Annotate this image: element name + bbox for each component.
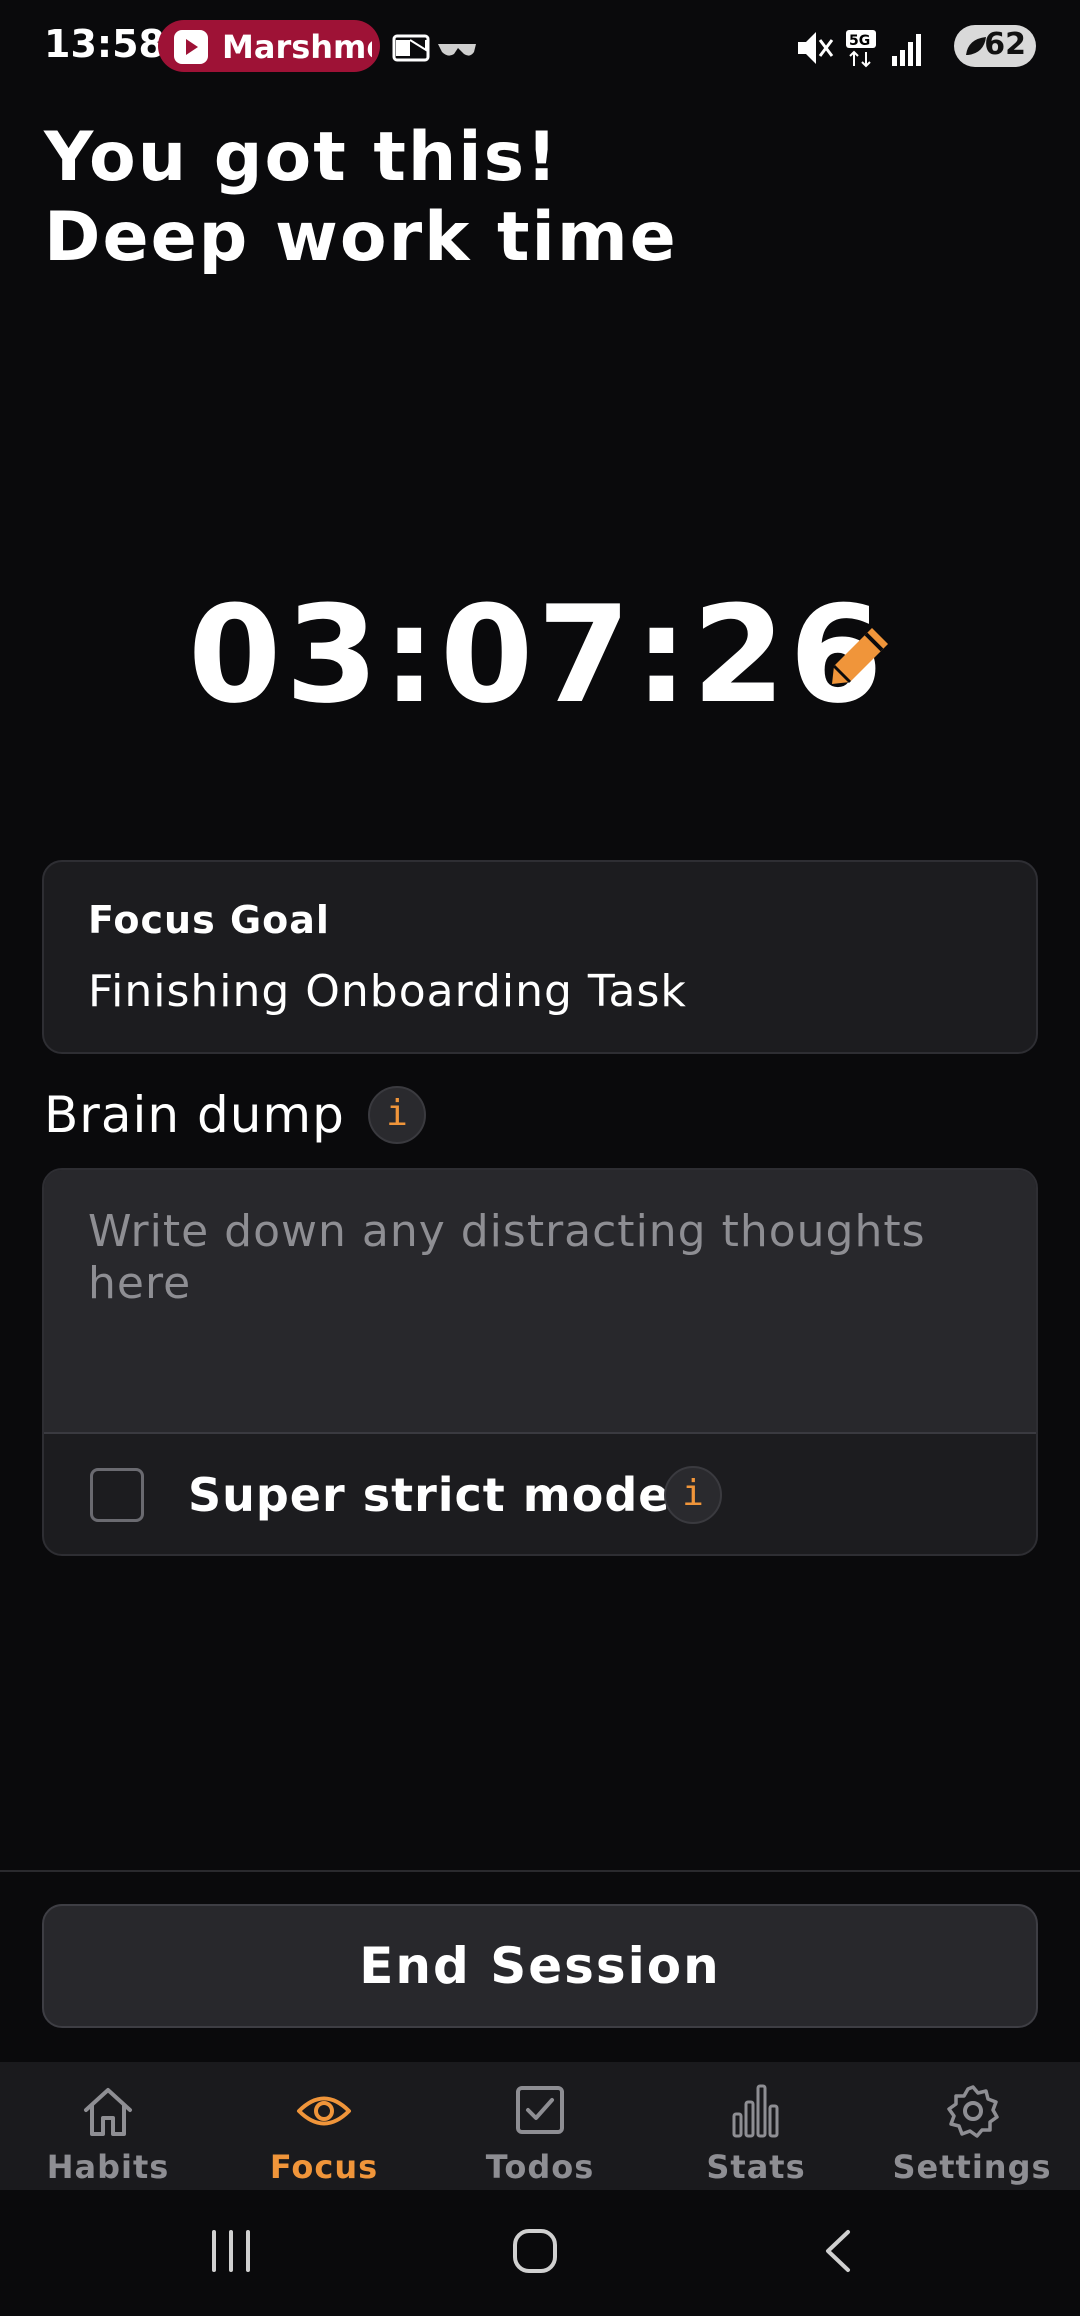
checkbox-icon: [516, 2086, 564, 2134]
media-app-name: Marshmello: [222, 28, 372, 66]
timer-display: 03:07:26: [188, 577, 887, 733]
nav-stats[interactable]: Stats: [648, 2062, 864, 2190]
headline-line-1: You got this!: [44, 118, 560, 197]
status-time: 13:58: [44, 22, 165, 66]
strict-mode-label: Super strict mode: [188, 1468, 671, 1522]
headline: You got this! Deep work time: [44, 118, 678, 278]
nav-label-settings: Settings: [892, 2148, 1052, 2186]
brain-dump-card: Super strict mode i: [42, 1168, 1038, 1556]
play-icon: [174, 30, 208, 64]
bottom-nav: Habits Focus Todos Stats Settings: [0, 2062, 1080, 2190]
nav-label-todos: Todos: [485, 2148, 595, 2186]
signal-icon: [892, 34, 921, 66]
nav-label-focus: Focus: [269, 2148, 379, 2186]
brain-dump-input[interactable]: [44, 1170, 1036, 1434]
strict-mode-info-icon[interactable]: i: [664, 1466, 722, 1524]
media-pill[interactable]: Marshmello: [158, 20, 380, 72]
gear-icon: [947, 2085, 999, 2138]
nav-todos[interactable]: Todos: [432, 2062, 648, 2190]
headline-line-2: Deep work time: [44, 198, 678, 277]
network-5g-icon: 5G: [846, 30, 876, 68]
mail-icon: [392, 34, 430, 62]
eye-icon: [297, 2096, 351, 2126]
battery-level: 62: [984, 27, 1026, 62]
home-button-icon[interactable]: [510, 2226, 560, 2276]
timer-row: 03:07:26: [0, 580, 1080, 730]
divider: [0, 1870, 1080, 1872]
focus-goal-card[interactable]: Focus Goal Finishing Onboarding Task: [42, 860, 1038, 1054]
brain-dump-title: Brain dump: [44, 1086, 345, 1144]
svg-text:5G: 5G: [849, 33, 870, 49]
nav-label-habits: Habits: [46, 2148, 170, 2186]
bar-chart-icon: [732, 2084, 779, 2138]
nav-focus[interactable]: Focus: [216, 2062, 432, 2190]
strict-mode-checkbox[interactable]: [90, 1468, 144, 1522]
focus-goal-label: Focus Goal: [88, 898, 330, 942]
status-bar: 13:58 Marshmello 5G: [0, 0, 1080, 96]
recent-apps-icon[interactable]: [208, 2226, 254, 2276]
nav-settings[interactable]: Settings: [864, 2062, 1080, 2190]
pencil-icon[interactable]: [826, 622, 894, 694]
brain-dump-info-icon[interactable]: i: [368, 1086, 426, 1144]
glasses-icon: [438, 44, 476, 56]
back-icon[interactable]: [818, 2226, 858, 2276]
end-session-button[interactable]: End Session: [42, 1904, 1038, 2028]
home-icon: [84, 2088, 132, 2136]
system-nav: [0, 2190, 1080, 2316]
battery-indicator: 62: [954, 25, 1036, 67]
nav-label-stats: Stats: [706, 2148, 806, 2186]
focus-goal-value: Finishing Onboarding Task: [88, 966, 687, 1017]
notification-icons: [392, 30, 482, 70]
nav-habits[interactable]: Habits: [0, 2062, 216, 2190]
mute-icon: [798, 32, 834, 64]
